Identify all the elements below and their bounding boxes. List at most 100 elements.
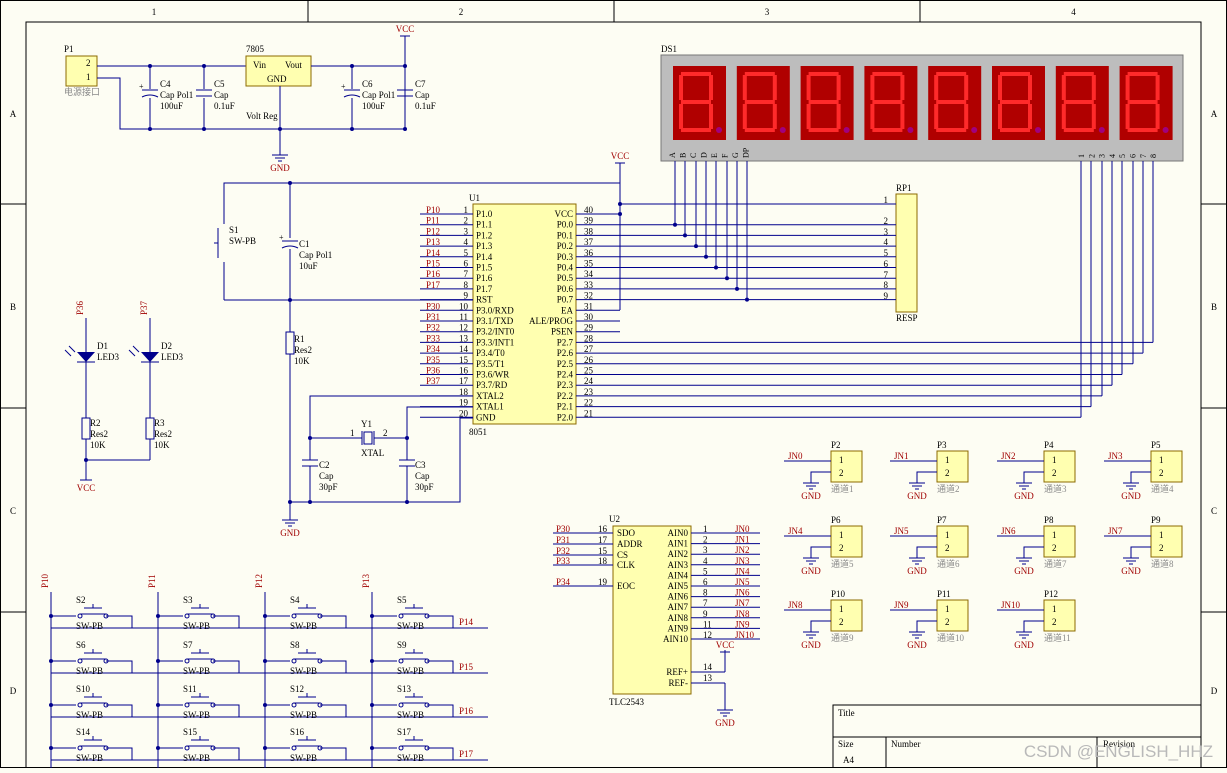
power-supply-section: P121电源接口7805Vin VoutGNDVolt RegVCCGND+ C4C… <box>64 24 436 173</box>
crystal-pin: 2 <box>383 428 388 438</box>
channel-pin: 1 <box>1159 530 1164 540</box>
connector-pin: 1 <box>86 72 91 82</box>
cap-ref: C6 <box>362 79 373 89</box>
segment-d <box>744 128 775 132</box>
mcu-pin-name: P3.1/TXD <box>476 316 514 326</box>
seven-segment-display: DS1 A B C D E F G DP 1 2 3 4 5 6 7 8 <box>660 44 1184 162</box>
mcu-pin-number: 25 <box>584 366 594 376</box>
segment-a <box>872 72 903 76</box>
mcu-pin-name: RST <box>476 295 493 305</box>
mcu-pin-name: P0.2 <box>557 241 573 251</box>
mcu-pin-name: P3.7/RD <box>476 380 508 390</box>
segment-pin-label: A <box>668 152 677 158</box>
channel-gnd-wire <box>1023 471 1044 477</box>
mcu-net-label: P36 <box>426 366 441 376</box>
led-resistor-body <box>145 417 155 440</box>
segment-a <box>1127 72 1158 76</box>
c2-ref: C2 <box>319 460 330 470</box>
mcu-pin-number: 37 <box>584 237 594 247</box>
adc-pin-number: 11 <box>703 619 712 629</box>
adc-pin-name: AIN4 <box>668 570 689 580</box>
keypad-matrix: P10 P11 P12 P13 P14 P15 P16 P17 S2 SW-PB S3 SW-PB S4… <box>40 573 488 768</box>
switch-ref: S15 <box>183 727 198 737</box>
mcu-pin-number: 34 <box>584 269 594 279</box>
mcu-pin-number: 30 <box>584 312 594 322</box>
mcu-pin-number: 12 <box>459 323 468 333</box>
adc-net-label: JN4 <box>735 566 750 576</box>
adc-pin-number: 4 <box>703 556 708 566</box>
mcu-pin-number: 7 <box>464 269 469 279</box>
connector-name: 电源接口 <box>64 86 100 97</box>
junction-dot <box>735 286 739 291</box>
channel-connectors: P2 1 2 通道1 JN0 GND P3 1 2 通道2 JN1 GND P4 1 2 通道3 JN2 GND P… <box>784 440 1183 650</box>
channel-connector-body <box>1150 450 1183 483</box>
adc-net-label: JN2 <box>735 545 750 555</box>
mcu-pin-name: P2.1 <box>557 402 573 412</box>
regulator-pin-vin: Vin <box>253 60 266 70</box>
cap-type: Cap Pol1 <box>160 90 193 100</box>
mcu-pin-number: 9 <box>464 291 469 301</box>
switch-terminal <box>291 702 297 708</box>
segment-d <box>1127 128 1158 132</box>
led-type: LED3 <box>97 352 119 362</box>
adc-ref: U2 <box>609 514 620 524</box>
adc-pin-name: SDO <box>617 528 636 538</box>
led-res-type: Res2 <box>90 429 108 439</box>
switch-to-row <box>233 615 240 628</box>
switch-type: SW-PB <box>76 710 103 720</box>
switch-to-row <box>340 660 347 673</box>
segment-pin-label: G <box>731 152 740 158</box>
adc-pin-name: AIN3 <box>668 560 689 570</box>
channel-gnd-label: GND <box>801 491 821 501</box>
switch-ref: S2 <box>76 595 86 605</box>
mcu-net-label: P34 <box>426 344 441 354</box>
segment-d <box>872 128 903 132</box>
adc-pin-name: REF+ <box>666 667 688 677</box>
switch-ref: S8 <box>290 640 300 650</box>
segment-pin-label: B <box>679 153 688 158</box>
channel-pin: 1 <box>945 530 950 540</box>
segment-a <box>1000 72 1030 76</box>
switch-terminal <box>77 613 83 619</box>
channel-gnd-label: GND <box>1121 491 1141 501</box>
switch-type: SW-PB <box>290 753 317 763</box>
r1-value: 10K <box>294 356 310 366</box>
connector-ref: P1 <box>64 44 74 54</box>
mcu-pin-number: 16 <box>459 366 469 376</box>
cap-type: Cap <box>415 90 430 100</box>
c1-value: 10uF <box>299 261 318 271</box>
channel-pin: 1 <box>839 455 844 465</box>
switch-ref: S13 <box>397 684 412 694</box>
segment-a <box>744 72 775 76</box>
crystal-circuit: Y1XTAL1 2C2Cap30pFC3Cap30pF <box>288 395 473 504</box>
resnet-pin-number: 4 <box>884 237 889 247</box>
led-ray <box>128 349 136 357</box>
adc-net-label: P32 <box>556 546 570 556</box>
mcu-pin-name: P2.3 <box>557 380 574 390</box>
adc-pin-name: AIN7 <box>668 602 689 612</box>
channel-gnd-wire <box>810 471 831 477</box>
mcu-pin-name: P2.5 <box>557 359 574 369</box>
mcu-net-label: P32 <box>426 323 440 333</box>
channel-name: 通道6 <box>937 558 960 569</box>
mcu-net-label: P14 <box>426 248 441 258</box>
channel-ref: P5 <box>1151 440 1161 450</box>
junction-dot <box>403 64 407 68</box>
mcu-pin-number: 11 <box>459 312 468 322</box>
vcc-label-led: VCC <box>77 483 96 493</box>
mcu-pin-name: P3.2/INT0 <box>476 327 515 337</box>
channel-gnd-wire <box>1130 546 1151 552</box>
common-pin-label: 4 <box>1108 154 1117 158</box>
segment-dp <box>1162 127 1169 133</box>
mcu-pin-name: P2.0 <box>557 412 574 422</box>
keypad-col-net: P13 <box>361 573 371 588</box>
switch-ref: S12 <box>290 684 304 694</box>
adc-pin-name: AIN2 <box>668 549 689 559</box>
channel-pin: 1 <box>839 604 844 614</box>
channel-gnd-wire <box>916 471 937 477</box>
cap-value: 0.1uF <box>415 101 436 111</box>
switch-to-row <box>233 747 240 760</box>
switch-to-row <box>447 747 454 760</box>
channel-net-label: JN0 <box>788 451 803 461</box>
segment-dp <box>716 127 722 133</box>
